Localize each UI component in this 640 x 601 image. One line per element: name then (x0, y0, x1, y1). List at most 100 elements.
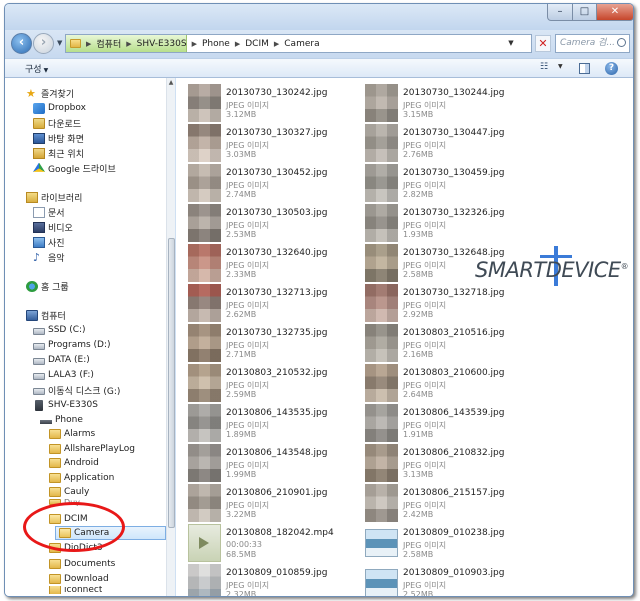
file-item[interactable]: 20130730_130452.jpg JPEG 이미지 2.74MB (176, 162, 346, 202)
file-item[interactable]: 20130809_010859.jpg JPEG 이미지 2.32MB (176, 562, 346, 596)
file-name: 20130730_130327.jpg (226, 128, 328, 138)
help-icon[interactable]: ? (605, 62, 618, 75)
nav-device-shv-e330s[interactable]: SHV-E330S (33, 398, 98, 412)
nav-downloads[interactable]: 다운로드 (33, 116, 81, 130)
arrow-left-icon: ‹ (18, 35, 25, 50)
file-item[interactable]: 20130730_132718.jpg JPEG 이미지 2.92MB (353, 282, 523, 322)
file-item[interactable]: 20130806_143535.jpg JPEG 이미지 1.89MB (176, 402, 346, 442)
file-item[interactable]: 20130803_210516.jpg JPEG 이미지 2.16MB (353, 322, 523, 362)
file-item[interactable]: 20130730_132735.jpg JPEG 이미지 2.71MB (176, 322, 346, 362)
file-item[interactable]: 20130809_010903.jpg JPEG 이미지 2.52MB (353, 562, 523, 596)
file-name: 20130730_132713.jpg (226, 288, 328, 298)
file-name: 20130806_210901.jpg (226, 488, 328, 498)
nav-libraries[interactable]: 라이브러리 (26, 190, 82, 204)
search-icon[interactable] (617, 38, 626, 47)
breadcrumb-phone[interactable]: Phone (199, 39, 233, 49)
chevron-right-icon[interactable]: ▶ (124, 40, 133, 48)
nav-google-drive[interactable]: Google 드라이브 (33, 161, 116, 175)
nav-favorites[interactable]: ★ 즐겨찾기 (26, 86, 74, 100)
file-item[interactable]: 20130730_132713.jpg JPEG 이미지 2.62MB (176, 282, 346, 322)
nav-folder-cauly[interactable]: Cauly (49, 485, 89, 499)
chevron-right-icon[interactable]: ▶ (233, 40, 242, 48)
scroll-up-arrow-icon[interactable]: ▲ (167, 78, 175, 87)
nav-music-library[interactable]: ♪ 음악 (33, 250, 65, 264)
image-thumbnail (188, 484, 221, 522)
command-bar: 구성 ▼ ☷ ▼ ? (5, 58, 633, 78)
nav-desktop[interactable]: 바탕 화면 (33, 131, 84, 145)
nav-folder-android[interactable]: Android (49, 456, 99, 470)
nav-drive-f[interactable]: LALA3 (F:) (33, 368, 94, 382)
file-item[interactable]: 20130808_182042.mp4 00:00:33 68.5MB (176, 522, 346, 562)
close-button[interactable]: ✕ (596, 4, 633, 21)
scrollbar-thumb[interactable] (168, 238, 175, 528)
file-item[interactable]: 20130730_132326.jpg JPEG 이미지 1.93MB (353, 202, 523, 242)
breadcrumb-camera[interactable]: Camera (281, 39, 322, 49)
preview-pane-icon[interactable] (579, 63, 590, 74)
file-name: 20130806_210832.jpg (403, 448, 505, 458)
back-button[interactable]: ‹ (11, 33, 32, 54)
nav-drive-d[interactable]: Programs (D:) (33, 338, 111, 352)
nav-recent-places[interactable]: 최근 위치 (33, 146, 84, 160)
file-item[interactable]: 20130806_210901.jpg JPEG 이미지 3.22MB (176, 482, 346, 522)
file-size: 2.59MB (226, 390, 257, 399)
address-bar[interactable]: ▶ 컴퓨터 ▶ SHV-E330S ▶ Phone ▶ DCIM ▶ Camer… (65, 34, 532, 53)
nav-folder-documents[interactable]: Documents (49, 557, 115, 571)
recent-pages-dropdown[interactable]: ▼ (57, 39, 62, 47)
file-item[interactable]: 20130730_130242.jpg JPEG 이미지 3.12MB (176, 82, 346, 122)
nav-folder-iconnect[interactable]: iconnect (49, 586, 102, 594)
image-thumbnail (365, 484, 398, 522)
organize-button[interactable]: 구성 ▼ (25, 62, 48, 75)
nav-drive-c[interactable]: SSD (C:) (33, 323, 86, 337)
nav-computer[interactable]: 컴퓨터 (26, 308, 66, 322)
file-item[interactable]: 20130806_210832.jpg JPEG 이미지 3.13MB (353, 442, 523, 482)
chevron-right-icon[interactable]: ▶ (190, 40, 199, 48)
image-thumbnail (188, 404, 221, 442)
navigation-scrollbar[interactable]: ▲ (166, 78, 175, 596)
nav-drive-e[interactable]: DATA (E:) (33, 353, 90, 367)
stop-icon[interactable]: ✕ (535, 35, 551, 52)
file-size: 1.99MB (226, 470, 257, 479)
nav-documents-library[interactable]: 문서 (33, 205, 65, 219)
file-item[interactable]: 20130730_132640.jpg JPEG 이미지 2.33MB (176, 242, 346, 282)
nav-folder-allshareplaylog[interactable]: AllsharePlayLog (49, 442, 135, 456)
file-item[interactable]: 20130730_130459.jpg JPEG 이미지 2.82MB (353, 162, 523, 202)
chevron-right-icon[interactable]: ▶ (272, 40, 281, 48)
forward-button[interactable]: › (33, 33, 54, 54)
file-item[interactable]: 20130803_210532.jpg JPEG 이미지 2.59MB (176, 362, 346, 402)
address-dropdown[interactable]: ▼ (505, 35, 517, 52)
file-size: 1.93MB (403, 230, 434, 239)
nav-pictures-library[interactable]: 사진 (33, 235, 65, 249)
maximize-button[interactable]: □ (572, 4, 597, 21)
file-size: 2.33MB (226, 270, 257, 279)
view-options-icon[interactable]: ☷ (540, 62, 558, 75)
file-item[interactable]: 20130806_143548.jpg JPEG 이미지 1.99MB (176, 442, 346, 482)
breadcrumb-device[interactable]: SHV-E330S (134, 39, 190, 49)
nav-dropbox[interactable]: Dropbox (33, 101, 86, 115)
nav-homegroup[interactable]: 홈 그룹 (26, 279, 69, 293)
breadcrumb-dcim[interactable]: DCIM (242, 39, 272, 49)
dropbox-icon (33, 102, 45, 114)
file-item[interactable]: 20130806_215157.jpg JPEG 이미지 2.42MB (353, 482, 523, 522)
nav-folder-alarms[interactable]: Alarms (49, 427, 95, 441)
breadcrumb-computer[interactable]: 컴퓨터 (93, 37, 124, 50)
nav-phone-storage[interactable]: Phone (40, 413, 83, 427)
minimize-button[interactable]: – (547, 4, 573, 21)
file-item[interactable]: 20130809_010238.jpg JPEG 이미지 2.58MB (353, 522, 523, 560)
search-input[interactable]: Camera 검... (555, 34, 630, 53)
image-thumbnail (365, 404, 398, 442)
hard-drive-icon (33, 372, 45, 380)
chevron-right-icon[interactable]: ▶ (84, 40, 93, 48)
file-item[interactable]: 20130730_130447.jpg JPEG 이미지 2.76MB (353, 122, 523, 162)
nav-folder-download[interactable]: Download (49, 572, 109, 586)
file-size: 2.82MB (403, 190, 434, 199)
file-item[interactable]: 20130803_210600.jpg JPEG 이미지 2.64MB (353, 362, 523, 402)
nav-videos-library[interactable]: 비디오 (33, 220, 73, 234)
file-item[interactable]: 20130730_130327.jpg JPEG 이미지 3.03MB (176, 122, 346, 162)
file-item[interactable]: 20130730_130244.jpg JPEG 이미지 3.15MB (353, 82, 523, 122)
view-dropdown[interactable]: ▼ (558, 63, 563, 70)
file-item[interactable]: 20130806_143539.jpg JPEG 이미지 1.91MB (353, 402, 523, 442)
nav-folder-application[interactable]: Application (49, 471, 114, 485)
file-item[interactable]: 20130730_130503.jpg JPEG 이미지 2.53MB (176, 202, 346, 242)
nav-drive-g[interactable]: 이동식 디스크 (G:) (33, 383, 120, 397)
image-thumbnail (365, 204, 398, 242)
